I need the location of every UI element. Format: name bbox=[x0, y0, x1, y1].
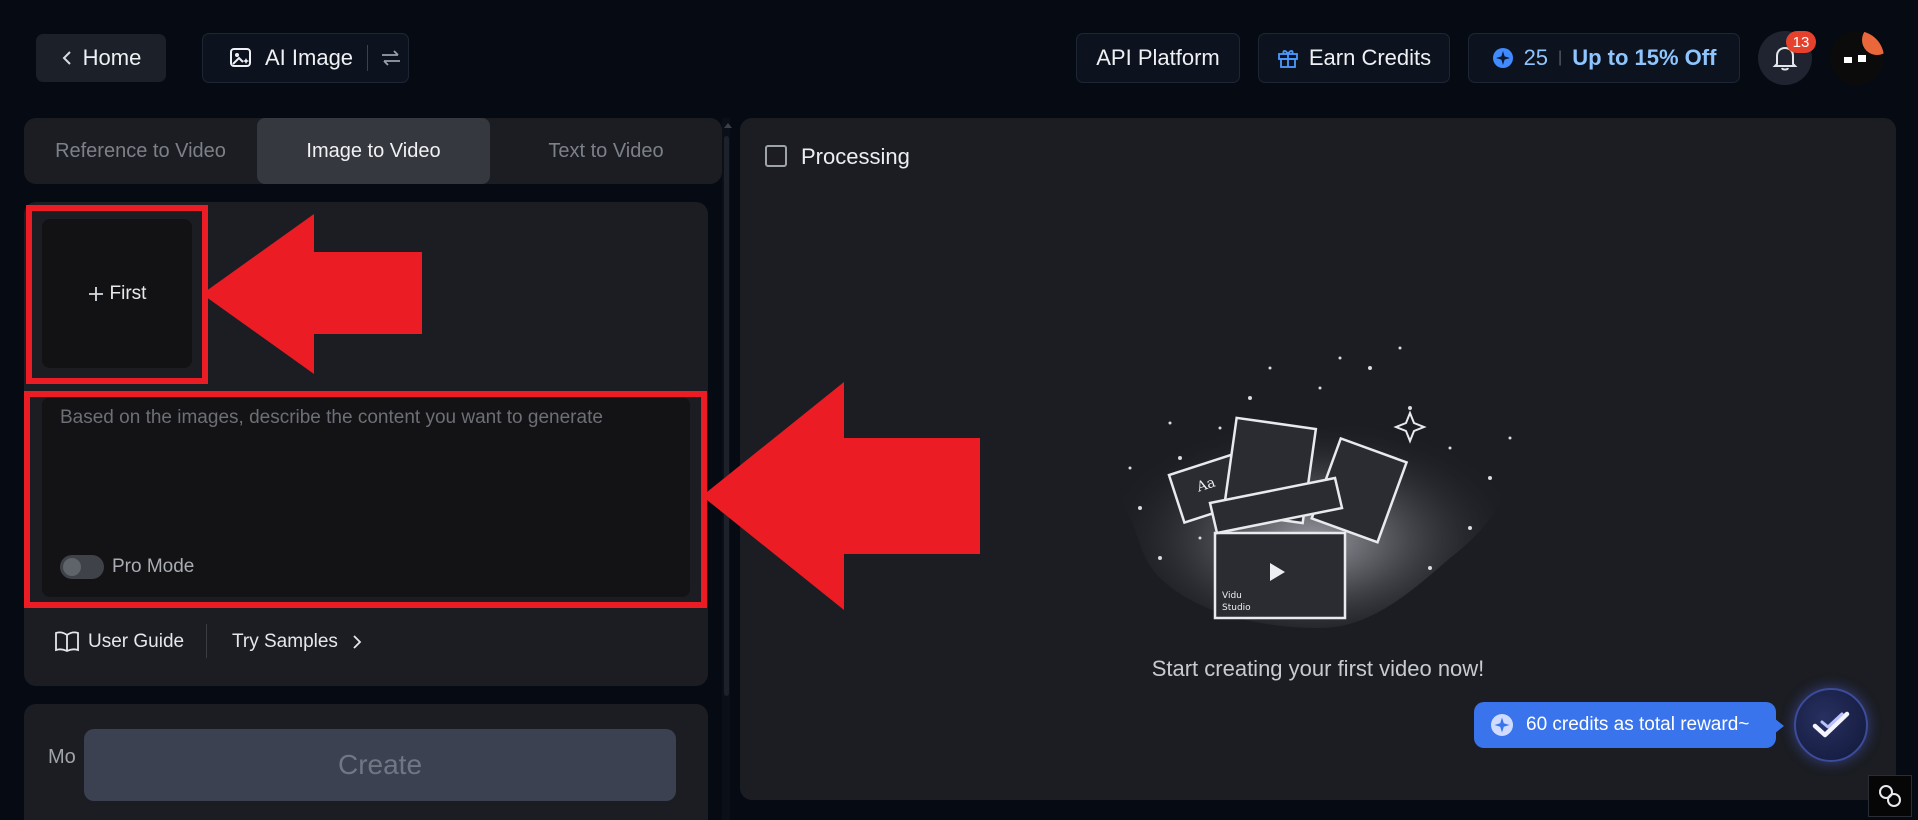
credit-coin-icon bbox=[1492, 48, 1513, 68]
tab-text-to-video[interactable]: Text to Video bbox=[490, 118, 722, 184]
discount-label: Up to 15% Off bbox=[1572, 45, 1717, 70]
credits-count: 25 bbox=[1523, 45, 1549, 70]
double-check-icon bbox=[1812, 711, 1850, 738]
reward-pill-tail bbox=[1774, 718, 1784, 734]
try-samples-label: Try Samples bbox=[232, 631, 338, 652]
home-button[interactable]: Home bbox=[36, 34, 166, 82]
home-label: Home bbox=[82, 45, 142, 70]
avatar-eye-right bbox=[1858, 55, 1866, 62]
gift-icon bbox=[1277, 50, 1298, 68]
empty-state-message: Start creating your first video now! bbox=[1151, 656, 1485, 681]
tab-image-to-video[interactable]: Image to Video bbox=[257, 118, 490, 184]
switch-arrows-icon[interactable] bbox=[380, 49, 402, 67]
user-guide-label: User Guide bbox=[88, 631, 185, 652]
scroll-up-arrow-icon[interactable] bbox=[723, 121, 733, 129]
avatar-eye-left bbox=[1844, 57, 1852, 63]
image-sparkle-icon bbox=[230, 48, 251, 67]
api-platform-button[interactable]: API Platform bbox=[1076, 33, 1240, 83]
link-tool-button[interactable] bbox=[1868, 775, 1912, 817]
brand-text-line1: Vidu bbox=[1222, 591, 1242, 601]
user-guide-link[interactable]: User Guide bbox=[54, 628, 184, 656]
reward-label: 60 credits as total reward~ bbox=[1526, 714, 1750, 735]
ai-image-button[interactable]: AI Image bbox=[202, 33, 409, 83]
earn-credits-label: Earn Credits bbox=[1308, 45, 1432, 70]
avatar-accent bbox=[1862, 31, 1884, 55]
chevron-left-icon bbox=[62, 51, 71, 65]
link-icon bbox=[1879, 785, 1901, 807]
tab-label: Text to Video bbox=[548, 139, 664, 162]
highlight-box-prompt bbox=[24, 391, 707, 608]
brand-text-line2: Studio bbox=[1222, 603, 1251, 613]
ai-image-label: AI Image bbox=[265, 45, 354, 70]
credits-separator: | bbox=[1558, 49, 1563, 66]
notifications-button[interactable]: 13 bbox=[1758, 31, 1816, 85]
earn-credits-button[interactable]: Earn Credits bbox=[1258, 33, 1450, 83]
top-bar: Home AI Image API Platform Earn Credits … bbox=[0, 0, 1918, 116]
book-icon bbox=[55, 631, 79, 653]
create-button[interactable]: Create bbox=[84, 729, 676, 801]
api-platform-label: API Platform bbox=[1096, 45, 1220, 70]
check-in-button[interactable] bbox=[1794, 688, 1868, 762]
tab-label: Reference to Video bbox=[55, 139, 226, 162]
model-section-label: Mo bbox=[48, 746, 76, 768]
avatar[interactable] bbox=[1830, 31, 1884, 85]
processing-checkbox[interactable] bbox=[765, 145, 787, 167]
reward-pill[interactable]: 60 credits as total reward~ bbox=[1474, 702, 1776, 748]
red-arrow-left-icon bbox=[202, 214, 422, 374]
highlight-box-upload bbox=[26, 205, 208, 384]
mode-tabs: Reference to Video Image to Video Text t… bbox=[24, 118, 722, 184]
tab-label: Image to Video bbox=[306, 139, 441, 162]
notification-badge: 13 bbox=[1786, 31, 1816, 53]
chevron-right-icon bbox=[353, 635, 362, 649]
credits-discount-button[interactable]: 25 | Up to 15% Off bbox=[1468, 33, 1740, 83]
tab-reference-to-video[interactable]: Reference to Video bbox=[24, 118, 257, 184]
red-arrow-left-icon bbox=[702, 382, 980, 610]
processing-label: Processing bbox=[801, 144, 910, 169]
link-divider bbox=[206, 624, 207, 658]
create-label: Create bbox=[337, 749, 423, 780]
divider bbox=[367, 45, 369, 71]
try-samples-link[interactable]: Try Samples bbox=[232, 628, 362, 656]
empty-state-illustration: Aa Vidu Studio bbox=[1118, 346, 1512, 628]
credit-coin-icon bbox=[1491, 714, 1513, 736]
